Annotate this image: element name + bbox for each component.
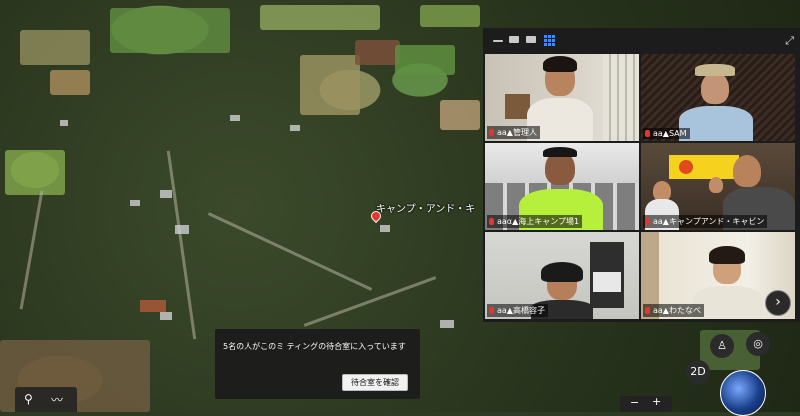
participant-face: [701, 72, 729, 104]
map-road: [207, 212, 373, 291]
next-page-button[interactable]: ›: [765, 290, 791, 316]
filmstrip-icon[interactable]: [526, 36, 536, 43]
participant-face: [709, 177, 723, 193]
video-tile[interactable]: aa▲キャンプアンド・キャビン: [641, 143, 795, 230]
map-road: [166, 150, 197, 340]
map-field: [420, 5, 480, 27]
window-icon[interactable]: [509, 36, 519, 43]
minimize-icon[interactable]: [493, 40, 503, 42]
muted-mic-icon: [645, 218, 650, 225]
video-gallery-panel: ⤢ aa▲管理人 aa▲SAM aaα▲海上キャンプ場1 aa▲キャンプアンド・…: [483, 28, 800, 322]
map-building: [160, 312, 172, 320]
video-tile[interactable]: aa▲高橋容子: [485, 232, 639, 319]
map-navigation-controls: ♙ ◎ 2D − +: [620, 330, 800, 416]
map-building: [290, 125, 300, 131]
map-building: [140, 300, 166, 312]
map-field: [20, 30, 90, 65]
participant-name-label: aa▲管理人: [487, 126, 540, 139]
participant-face: [733, 155, 761, 187]
map-building: [440, 320, 454, 328]
participant-name-label: aa▲高橋容子: [487, 304, 548, 317]
zoom-controls: − +: [620, 395, 672, 412]
map-place-label[interactable]: キャンプ・アンド・キ: [376, 200, 475, 215]
map-building: [230, 115, 240, 121]
map-field: [50, 70, 90, 95]
gallery-toolbar: ⤢: [483, 28, 800, 52]
gallery-view-icon[interactable]: [544, 35, 555, 46]
map-field: [355, 40, 400, 65]
map-field: [300, 55, 360, 115]
muted-mic-icon: [489, 218, 494, 225]
view-mode-toggle[interactable]: 2D: [686, 360, 710, 384]
map-building: [60, 120, 68, 126]
video-tile[interactable]: aa▲SAM: [641, 54, 795, 141]
map-field: [260, 5, 380, 30]
map-field: [110, 8, 230, 53]
muted-mic-icon: [645, 130, 650, 137]
map-field: [440, 100, 480, 130]
map-building: [160, 190, 172, 198]
participant-name-label: aaα▲海上キャンプ場1: [487, 215, 583, 228]
map-road: [303, 276, 437, 327]
location-pin-icon[interactable]: ⚲: [24, 392, 33, 406]
fullscreen-icon[interactable]: ⤢: [785, 34, 794, 48]
measure-path-icon[interactable]: 〰: [51, 391, 63, 408]
waiting-room-message: 5名の人がこのミ ティングの待合室に入っています: [223, 342, 406, 351]
video-tile[interactable]: aaα▲海上キャンプ場1: [485, 143, 639, 230]
waiting-room-notification: 5名の人がこのミ ティングの待合室に入っています 待合室を確認: [215, 329, 420, 399]
map-building: [175, 225, 189, 234]
participant-face: [653, 181, 671, 201]
participant-name-label: aa▲わたなべ: [643, 304, 704, 317]
muted-mic-icon: [489, 307, 494, 314]
zoom-out-button[interactable]: −: [630, 396, 639, 409]
view-waiting-room-button[interactable]: 待合室を確認: [342, 374, 408, 391]
participant-body: [679, 106, 753, 141]
participant-name-label: aa▲SAM: [643, 128, 690, 139]
participant-name-label: aa▲キャンプアンド・キャビン: [643, 215, 768, 228]
street-view-icon[interactable]: ♙: [710, 334, 734, 358]
muted-mic-icon: [489, 129, 494, 136]
zoom-in-button[interactable]: +: [652, 395, 661, 408]
map-building: [380, 225, 390, 232]
map-building: [130, 200, 140, 206]
map-tool-bar: ⚲ 〰: [15, 387, 77, 412]
my-location-icon[interactable]: ◎: [746, 332, 770, 356]
map-field: [5, 150, 65, 195]
globe-icon[interactable]: [720, 370, 766, 416]
muted-mic-icon: [645, 307, 650, 314]
map-road: [19, 190, 44, 310]
map-field: [395, 45, 455, 75]
video-tile[interactable]: aa▲管理人: [485, 54, 639, 141]
